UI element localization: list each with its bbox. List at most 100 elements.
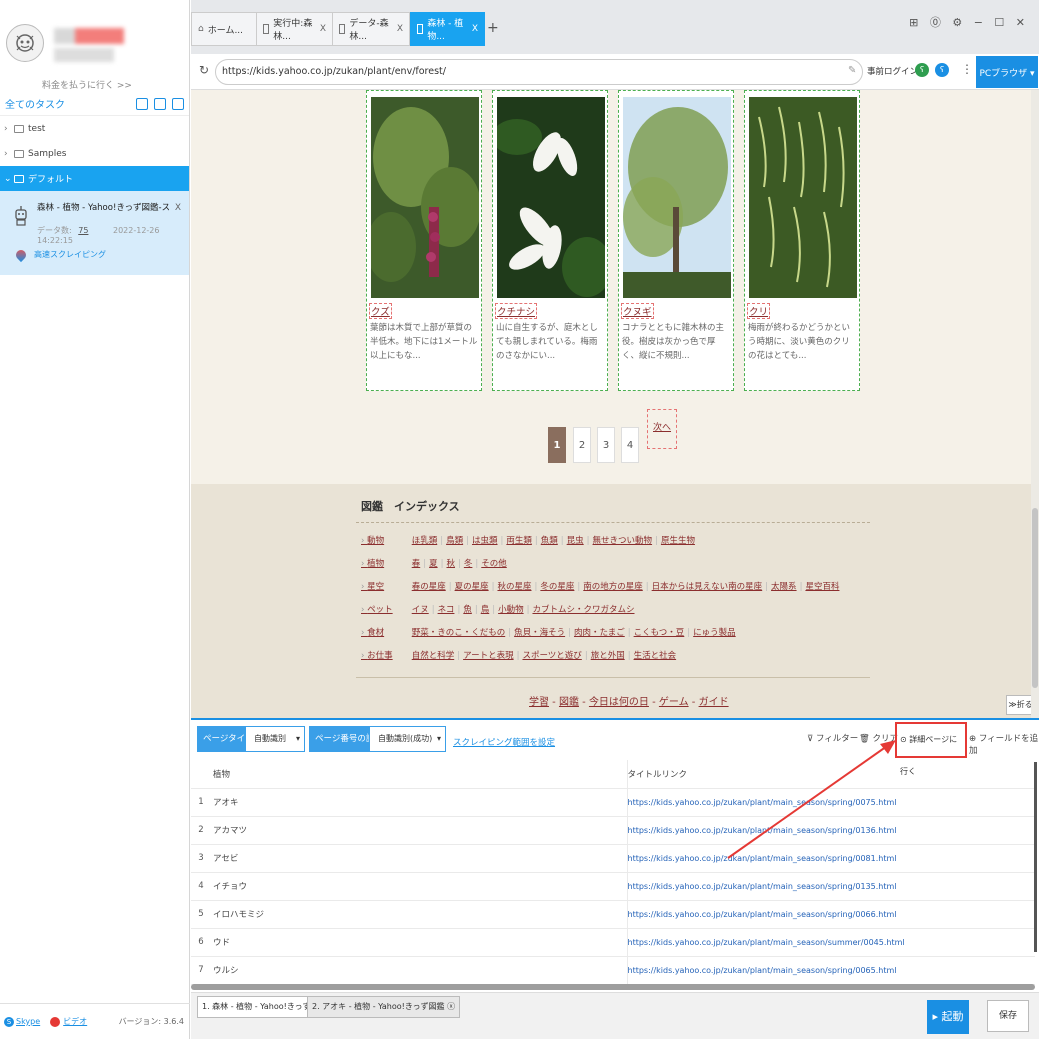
bottom-tab-2[interactable]: 2. アオキ - 植物 - Yahoo!きっず図鑑 ⓧ <box>307 996 461 1018</box>
page-1[interactable]: 1 <box>548 427 566 463</box>
new-tab-button[interactable]: + <box>487 20 499 36</box>
clear-button[interactable]: 🗑 クリア <box>859 732 898 744</box>
index-link[interactable]: 秋の星座 <box>497 582 531 592</box>
index-link[interactable]: 夏の星座 <box>455 582 489 592</box>
plant-card[interactable]: クチナシ 山に自生するが、庭木としても親しまれている。梅雨のさなかにい... <box>492 90 608 391</box>
index-category[interactable]: 食材 <box>361 626 409 638</box>
table-row[interactable]: 3 アセビ https://kids.yahoo.co.jp/zukan/plant… <box>191 844 1035 873</box>
index-link[interactable]: 冬の星座 <box>540 582 574 592</box>
run-button[interactable]: ▸ 起動 <box>927 1000 969 1034</box>
scroll-thumb[interactable] <box>1032 508 1038 688</box>
table-row[interactable]: 2 アカマツ https://kids.yahoo.co.jp/zukan/plan… <box>191 816 1035 845</box>
cell-title-link[interactable]: https://kids.yahoo.co.jp/zukan/plant/mai… <box>627 900 1035 929</box>
pc-browser-button[interactable]: PCブラウザ ▾ <box>976 56 1038 88</box>
cell-plant[interactable]: イロハモミジ <box>211 900 628 929</box>
go-detail-page-button[interactable]: ⊙ 詳細ページに行く <box>895 722 967 776</box>
index-link[interactable]: にゅう製品 <box>693 628 736 638</box>
index-link[interactable]: イヌ <box>412 605 429 615</box>
blue-status-icon[interactable]: ʕ <box>935 63 949 77</box>
task-close-button[interactable]: X <box>175 203 181 213</box>
pre-login-button[interactable]: 事前ログイン <box>867 65 918 77</box>
table-row[interactable]: 5 イロハモミジ https://kids.yahoo.co.jp/zukan/pl… <box>191 900 1035 929</box>
save-button[interactable]: 保存 <box>987 1000 1029 1032</box>
cell-title-link[interactable]: https://kids.yahoo.co.jp/zukan/plant/mai… <box>627 928 1035 957</box>
tab-close-icon[interactable]: X <box>320 24 326 34</box>
all-tasks-title[interactable]: 全てのタスク <box>5 96 130 111</box>
index-link[interactable]: 春 <box>412 559 421 569</box>
cell-title-link[interactable]: https://kids.yahoo.co.jp/zukan/plant/mai… <box>627 844 1035 873</box>
filter-button[interactable]: ⊽ フィルター <box>807 732 858 744</box>
index-link[interactable]: 南の地方の星座 <box>583 582 643 592</box>
tab-data[interactable]: データ-森林... X <box>332 12 410 46</box>
index-link[interactable]: スポーツと遊び <box>522 651 581 661</box>
page-2[interactable]: 2 <box>573 427 591 463</box>
video-link[interactable]: ビデオ <box>63 1016 87 1027</box>
data-count[interactable]: 75 <box>78 226 88 235</box>
plant-card[interactable]: クズ 葉節は木質で上部が草質の半低木。地下には1メートル以上にもな... <box>366 90 482 391</box>
index-link[interactable]: 両生類 <box>506 536 532 546</box>
index-link[interactable]: 肉肉・たまご <box>574 628 625 638</box>
tree-item-test[interactable]: › test <box>0 116 189 141</box>
plant-card[interactable]: クリ 梅雨が終わるかどうかという時期に、淡い黄色のクリの花はとても... <box>744 90 860 391</box>
plant-name[interactable]: クズ <box>369 303 392 319</box>
skype-link[interactable]: Skype <box>16 1017 40 1026</box>
index-link[interactable]: 昆虫 <box>567 536 584 546</box>
index-link[interactable]: 魚 <box>463 605 472 615</box>
plant-name[interactable]: クチナシ <box>495 303 538 319</box>
index-link[interactable]: 冬 <box>464 559 473 569</box>
task-card[interactable]: 森林 - 植物 - Yahoo!きっず図鑑-スクレイピ... X データ数: 7… <box>0 191 189 275</box>
index-category[interactable]: お仕事 <box>361 649 409 661</box>
index-link[interactable]: 魚類 <box>541 536 558 546</box>
url-input[interactable]: https://kids.yahoo.co.jp/zukan/plant/env… <box>215 59 863 85</box>
table-horizontal-scrollbar[interactable] <box>191 984 1035 990</box>
table-row[interactable]: 4 イチョウ https://kids.yahoo.co.jp/zukan/plan… <box>191 872 1035 901</box>
table-row[interactable]: 6 ウド https://kids.yahoo.co.jp/zukan/plant/… <box>191 928 1035 957</box>
tab-running[interactable]: 実行中:森林... X <box>256 12 333 46</box>
cell-plant[interactable]: ウド <box>211 928 628 957</box>
index-link[interactable]: 旅と外国 <box>591 651 625 661</box>
plant-name[interactable]: クヌギ <box>621 303 654 319</box>
index-link[interactable]: 春の星座 <box>412 582 446 592</box>
close-icon[interactable]: ⓧ <box>447 1002 455 1011</box>
index-link[interactable]: こくもつ・豆 <box>634 628 685 638</box>
fast-scraping-link[interactable]: 高速スクレイピング <box>13 247 106 262</box>
scraping-scope-link[interactable]: スクレイピング範囲を設定 <box>453 736 555 748</box>
index-link[interactable]: 太陽系 <box>771 582 797 592</box>
index-link[interactable]: カブトムシ・クワガタムシ <box>532 605 634 615</box>
tree-item-samples[interactable]: › Samples <box>0 141 189 166</box>
index-category[interactable]: ペット <box>361 603 409 615</box>
footer-link[interactable]: 学習 <box>529 697 549 708</box>
table-vertical-scrollbar[interactable] <box>1034 762 1037 952</box>
index-link[interactable]: 星空百科 <box>805 582 839 592</box>
footer-link[interactable]: ガイド <box>699 697 729 708</box>
index-link[interactable]: 生活と社会 <box>634 651 677 661</box>
cell-title-link[interactable]: https://kids.yahoo.co.jp/zukan/plant/mai… <box>627 816 1035 845</box>
reload-icon[interactable]: ↻ <box>199 63 209 77</box>
footer-link[interactable]: 図鑑 <box>559 697 579 708</box>
index-link[interactable]: 小動物 <box>498 605 524 615</box>
cell-plant[interactable]: ウルシ <box>211 956 628 985</box>
tab-close-icon[interactable]: X <box>397 24 403 34</box>
cell-plant[interactable]: アセビ <box>211 844 628 873</box>
tab-home[interactable]: ⌂ ホーム... <box>191 12 257 46</box>
pencil-icon[interactable]: ✎ <box>848 65 856 76</box>
tab-close-icon[interactable]: X <box>472 24 478 34</box>
column-header-plant[interactable]: 植物 <box>211 760 628 789</box>
next-page-link[interactable]: 次へ <box>647 409 677 449</box>
add-field-button[interactable]: ⊕ フィールドを追加 <box>969 732 1039 756</box>
search-task-icon[interactable] <box>172 97 184 110</box>
table-row[interactable]: 1 アオキ https://kids.yahoo.co.jp/zukan/plant… <box>191 788 1035 817</box>
tree-item-default[interactable]: ⌄ デフォルト <box>0 166 189 191</box>
index-link[interactable]: は虫類 <box>472 536 498 546</box>
index-link[interactable]: その他 <box>481 559 507 569</box>
web-scrollbar[interactable] <box>1031 90 1039 718</box>
index-link[interactable]: 鳥類 <box>446 536 463 546</box>
index-category[interactable]: 動物 <box>361 534 409 546</box>
task-name[interactable]: 森林 - 植物 - Yahoo!きっず図鑑-スクレイピ... <box>37 201 169 213</box>
footer-link[interactable]: 今日は何の日 <box>589 697 649 708</box>
table-row[interactable]: 7 ウルシ https://kids.yahoo.co.jp/zukan/plant… <box>191 956 1035 985</box>
cell-plant[interactable]: イチョウ <box>211 872 628 901</box>
column-header-title-link[interactable]: タイトルリンク <box>627 760 1035 789</box>
footer-link[interactable]: ゲーム <box>659 697 689 708</box>
page-3[interactable]: 3 <box>597 427 615 463</box>
